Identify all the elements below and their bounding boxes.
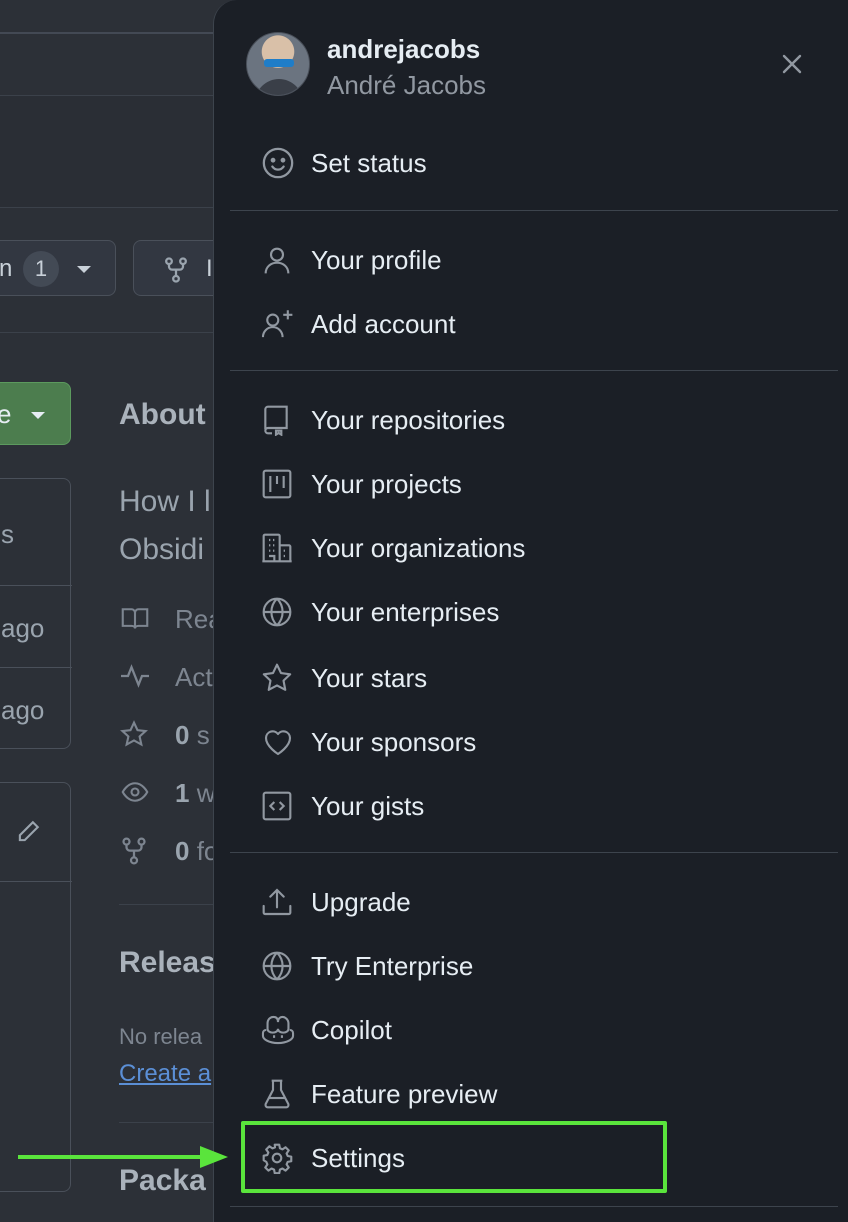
chevron-down-icon [31,412,45,419]
code-label: e [0,399,12,429]
menu-item-add-account[interactable]: Add account [244,296,824,352]
user-menu-panel: andrejacobs André Jacobs Set status Your… [213,0,848,1222]
fork-icon [165,257,187,283]
file-list: s ago ago [0,478,72,749]
file-list-item: s [1,519,14,549]
smiley-icon [261,135,301,191]
beaker-icon [261,1066,301,1122]
menu-item-label: Your enterprises [311,596,500,627]
person-icon [261,232,301,288]
avatar-glasses [264,59,294,67]
menu-item-label: Set status [311,147,427,178]
star-icon [120,720,148,747]
eye-icon [121,782,149,802]
organization-icon [261,520,301,576]
packages-title: Packa [119,1164,206,1197]
repo-description: How I l Obsidi [119,478,211,574]
watch-button[interactable]: n 1 [0,240,116,296]
menu-item-label: Your sponsors [311,726,477,757]
menu-item-copilot[interactable]: Copilot [244,1002,824,1058]
copilot-icon [261,1002,301,1058]
menu-item-label: Your profile [311,244,442,275]
menu-item-label: Feature preview [311,1078,498,1109]
file-list-item: ago [1,613,45,643]
heart-icon [261,714,301,770]
menu-item-label: Upgrade [311,886,411,917]
menu-item-label: Your organizations [311,532,526,563]
watch-count: 1 [23,251,59,287]
menu-divider [230,370,838,371]
about-title: About [119,398,206,431]
menu-item-your-organizations[interactable]: Your organizations [244,520,824,576]
full-name: André Jacobs [327,70,486,100]
pulse-icon [121,664,149,688]
menu-item-set-status[interactable]: Set status [244,135,824,191]
no-releases-text: No relea [119,1024,203,1049]
project-icon [261,456,301,512]
description-line: Obsidi [119,533,205,566]
meta-count: 1 [175,778,190,808]
file-list-item: ago [1,695,45,725]
star-icon [261,650,301,706]
upload-icon [261,874,301,930]
menu-item-label: Copilot [311,1014,392,1045]
pencil-icon [18,820,40,842]
file-row-divider [0,667,72,668]
create-release-link[interactable]: Create a [119,1060,211,1088]
globe-icon [261,938,301,994]
username: andrejacobs [327,34,481,64]
menu-item-try-enterprise[interactable]: Try Enterprise [244,938,824,994]
chevron-down-icon [77,266,91,273]
description-line: How I l [119,485,211,518]
menu-item-your-profile[interactable]: Your profile [244,232,824,288]
file-row-divider [0,585,72,586]
close-button[interactable] [774,46,810,82]
meta-text: s [189,720,210,750]
menu-item-your-projects[interactable]: Your projects [244,456,824,512]
avatar-shoulders [255,79,303,95]
menu-item-label: Try Enterprise [311,950,474,981]
arrow-right-icon [18,1146,228,1168]
menu-divider [230,1206,838,1207]
person-add-icon [261,296,301,352]
code-button[interactable]: e [0,382,71,445]
menu-item-label: Your stars [311,662,428,693]
menu-item-your-sponsors[interactable]: Your sponsors [244,714,824,770]
menu-item-feature-preview[interactable]: Feature preview [244,1066,824,1122]
menu-item-your-gists[interactable]: Your gists [244,778,824,834]
menu-item-your-repositories[interactable]: Your repositories [244,392,824,448]
menu-divider [230,852,838,853]
settings-highlight-box [241,1121,667,1193]
fork-icon [122,837,146,865]
meta-count: 0 [175,836,190,866]
menu-item-your-stars[interactable]: Your stars [244,650,824,706]
menu-item-label: Add account [311,308,456,339]
meta-count: 0 [175,720,190,750]
menu-item-label: Your repositories [311,404,506,435]
meta-text: w [189,778,216,808]
avatar [246,32,310,96]
menu-item-label: Your projects [311,468,462,499]
code-square-icon [261,778,301,834]
repo-icon [261,392,301,448]
readme-box [0,782,72,1192]
releases-title: Releas [119,946,216,979]
fork-label: I [206,255,213,282]
menu-item-upgrade[interactable]: Upgrade [244,874,824,930]
close-icon [782,54,802,74]
watch-label: n [0,255,13,282]
menu-item-your-enterprises[interactable]: Your enterprises [244,584,824,640]
readme-divider [0,881,72,882]
book-icon [121,608,149,629]
menu-item-label: Your gists [311,790,425,821]
globe-icon [261,584,301,640]
menu-divider [230,210,838,211]
meta-text: Act [175,662,213,692]
